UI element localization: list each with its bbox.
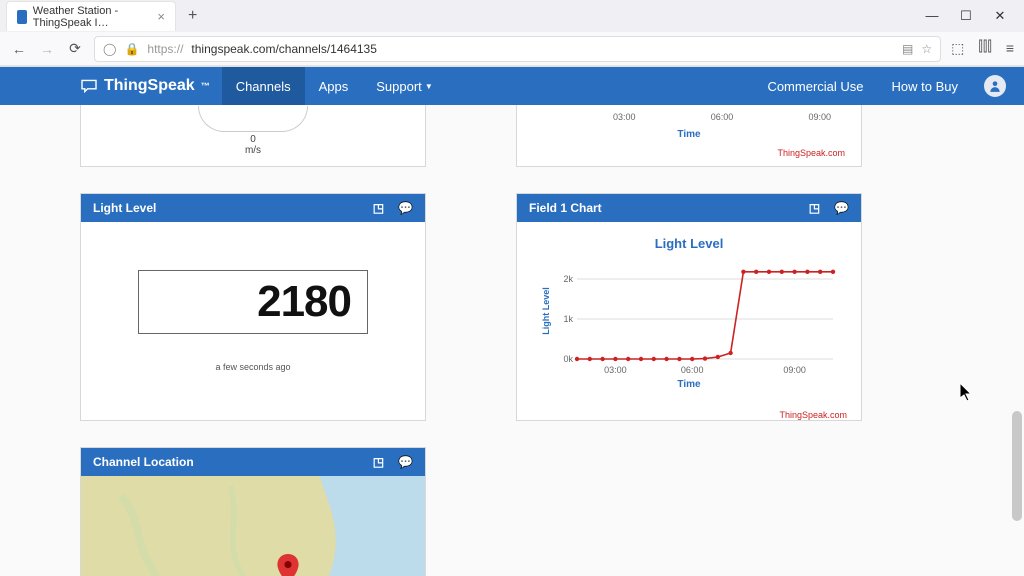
- panel-title: Light Level: [93, 201, 156, 215]
- brand-tm: ™: [201, 81, 210, 91]
- popout-icon[interactable]: ◳: [373, 455, 384, 469]
- window-controls: — ☐ ✕: [924, 8, 1018, 24]
- vertical-scrollbar[interactable]: [1012, 411, 1022, 521]
- speech-bubble-icon: [80, 79, 98, 93]
- dashboard-content: 0 m/s 03:00 06:00 09:00 Time ThingSpeak.…: [0, 105, 1024, 576]
- new-tab-button[interactable]: +: [182, 5, 203, 27]
- account-avatar[interactable]: [984, 75, 1006, 97]
- pocket-icon[interactable]: ⬚: [951, 40, 964, 57]
- back-button[interactable]: ←: [10, 41, 28, 57]
- panel-light-level-numeric: Light Level ◳ 💬 2180 a few seconds ago: [80, 193, 426, 421]
- brand-text: ThingSpeak: [104, 77, 195, 95]
- gauge-arc: [198, 106, 308, 132]
- popout-icon[interactable]: ◳: [809, 201, 820, 215]
- comment-icon[interactable]: 💬: [834, 201, 849, 215]
- panel-field1-chart: Field 1 Chart ◳ 💬 Light Level 0k 1k 2k Ligh…: [516, 193, 862, 421]
- lock-icon: 🔒: [124, 42, 139, 56]
- chevron-down-icon: ▼: [425, 82, 433, 91]
- gauge-unit: m/s: [245, 145, 261, 156]
- tab-strip: Weather Station - ThingSpeak I… × + — ☐ …: [0, 0, 1024, 32]
- nav-apps[interactable]: Apps: [305, 67, 363, 105]
- dashboard-row-main: Light Level ◳ 💬 2180 a few seconds ago F…: [80, 193, 1024, 447]
- svg-text:2k: 2k: [563, 274, 573, 284]
- close-tab-icon[interactable]: ×: [157, 9, 165, 24]
- reload-button[interactable]: ⟳: [66, 40, 84, 57]
- chart-attribution: ThingSpeak.com: [779, 410, 847, 420]
- bookmark-icon[interactable]: ☆: [921, 42, 932, 56]
- thingspeak-navbar: ThingSpeak ™ Channels Apps Support▼ Comme…: [0, 67, 1024, 105]
- maximize-button[interactable]: ☐: [958, 8, 974, 24]
- map-canvas[interactable]: Katoomba: [81, 476, 425, 576]
- brand-logo[interactable]: ThingSpeak ™: [80, 67, 222, 105]
- comment-icon[interactable]: 💬: [398, 455, 413, 469]
- map-pin-icon: [277, 554, 299, 576]
- comment-icon[interactable]: 💬: [398, 201, 413, 215]
- panel-wind-gauge: 0 m/s: [80, 105, 426, 167]
- dashboard-row-map: Channel Location ◳ 💬 Katoomba: [80, 447, 1024, 576]
- forward-button[interactable]: →: [38, 41, 56, 57]
- top-chart-ticks: 03:00 06:00 09:00: [613, 112, 831, 122]
- svg-text:06:00: 06:00: [681, 365, 704, 375]
- page-viewport: 0 m/s 03:00 06:00 09:00 Time ThingSpeak.…: [0, 105, 1024, 576]
- gauge-value: 0: [250, 134, 256, 145]
- nav-how-to-buy[interactable]: How to Buy: [878, 67, 972, 105]
- reader-icon[interactable]: ▤: [902, 42, 913, 56]
- dashboard-row-partial: 0 m/s 03:00 06:00 09:00 Time ThingSpeak.…: [80, 105, 1024, 193]
- tab-title: Weather Station - ThingSpeak I…: [33, 5, 148, 29]
- chart-title: Light Level: [529, 236, 849, 251]
- svg-text:03:00: 03:00: [604, 365, 627, 375]
- line-chart[interactable]: 0k 1k 2k Light Level 03:00 06:00 09:00: [539, 257, 839, 377]
- panel-title: Channel Location: [93, 455, 194, 469]
- url-text: thingspeak.com/channels/1464135: [191, 42, 376, 56]
- map-terrain: [81, 476, 425, 576]
- numeric-timestamp: a few seconds ago: [215, 362, 290, 372]
- menu-icon[interactable]: ≡: [1006, 40, 1014, 57]
- address-bar: ← → ⟳ ◯ 🔒 https:// thingspeak.com/channel…: [0, 32, 1024, 66]
- numeric-value: 2180: [155, 277, 351, 327]
- panel-title: Field 1 Chart: [529, 201, 602, 215]
- url-field[interactable]: ◯ 🔒 https:// thingspeak.com/channels/1464…: [94, 36, 941, 62]
- svg-text:1k: 1k: [563, 314, 573, 324]
- numeric-display-box: 2180: [138, 270, 368, 334]
- url-protocol: https://: [147, 42, 183, 56]
- browser-tab[interactable]: Weather Station - ThingSpeak I… ×: [6, 1, 176, 31]
- top-chart-xlabel: Time: [677, 129, 700, 140]
- browser-chrome: Weather Station - ThingSpeak I… × + — ☐ …: [0, 0, 1024, 67]
- nav-channels[interactable]: Channels: [222, 67, 305, 105]
- shield-icon: ◯: [103, 42, 116, 56]
- mouse-cursor: [960, 383, 974, 403]
- minimize-button[interactable]: —: [924, 8, 940, 24]
- library-icon[interactable]: ⫿⫿⫿: [978, 40, 991, 57]
- favicon-icon: [17, 10, 27, 24]
- toolbar-right: ⬚ ⫿⫿⫿ ≡: [951, 40, 1014, 57]
- svg-text:0k: 0k: [563, 354, 573, 364]
- nav-commercial-use[interactable]: Commercial Use: [753, 67, 877, 105]
- panel-top-chart: 03:00 06:00 09:00 Time ThingSpeak.com: [516, 105, 862, 167]
- close-window-button[interactable]: ✕: [992, 8, 1008, 24]
- panel-channel-location: Channel Location ◳ 💬 Katoomba: [80, 447, 426, 576]
- top-chart-attribution: ThingSpeak.com: [777, 148, 845, 158]
- person-icon: [988, 79, 1002, 93]
- popout-icon[interactable]: ◳: [373, 201, 384, 215]
- svg-text:Light Level: Light Level: [541, 287, 551, 335]
- chart-xlabel: Time: [529, 379, 849, 390]
- svg-text:09:00: 09:00: [783, 365, 806, 375]
- nav-support[interactable]: Support▼: [362, 67, 446, 105]
